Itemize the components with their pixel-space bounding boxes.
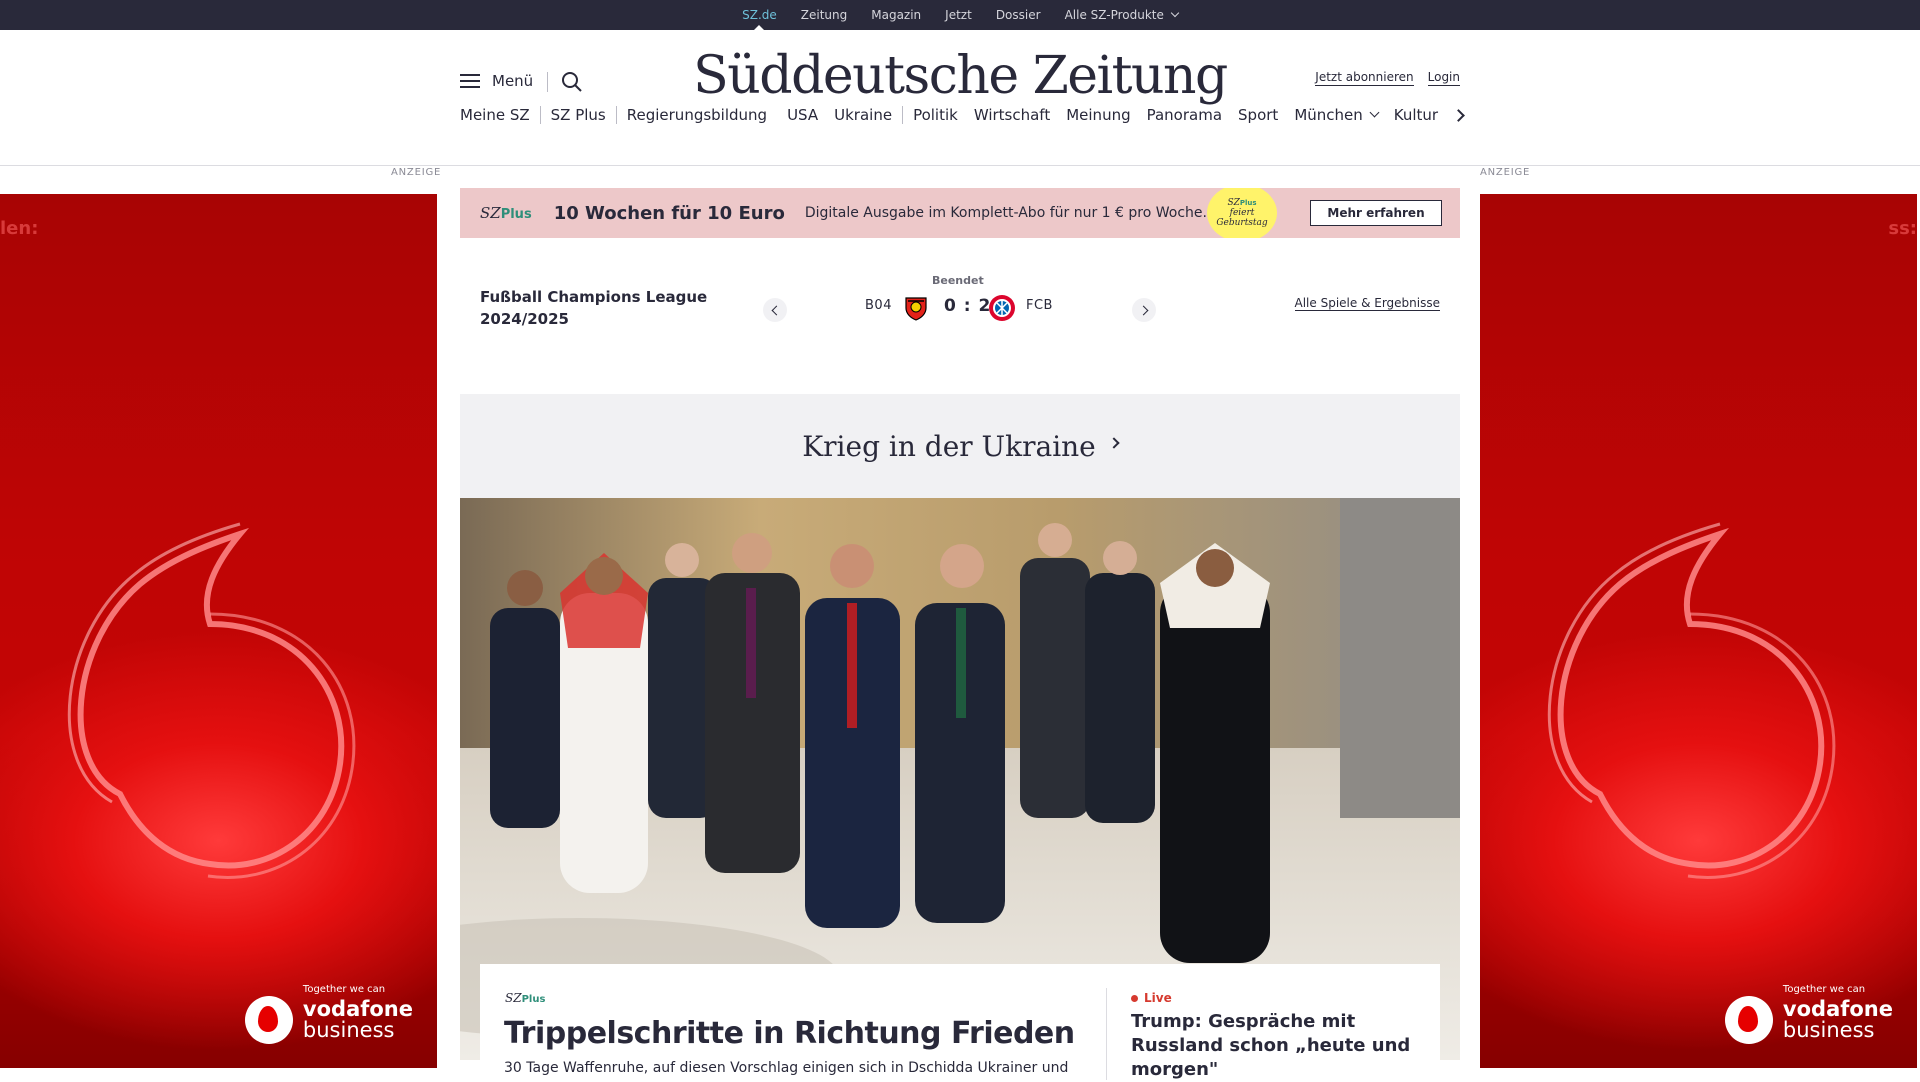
league-name-line1: Fußball Champions League	[480, 288, 708, 306]
badge-brand: SZPlus	[1227, 198, 1256, 208]
chevron-down-icon	[1369, 107, 1380, 117]
nav-item-kultur[interactable]: Kultur	[1394, 106, 1438, 124]
nav-scroll-right-icon[interactable]	[1450, 103, 1470, 127]
login-link[interactable]: Login	[1427, 70, 1460, 86]
ad-text: len:	[0, 218, 39, 239]
mehr-erfahren-button[interactable]: Mehr erfahren	[1310, 200, 1442, 226]
site-header: Menü Süddeutsche Zeitung Jetzt abonniere…	[0, 30, 1920, 166]
topbar-link-jetzt[interactable]: Jetzt	[945, 0, 972, 30]
league-season: 2024/2025	[480, 310, 569, 328]
vodafone-icon	[1724, 996, 1773, 1044]
nav-item-muenchen-label: München	[1294, 106, 1363, 124]
next-game-button[interactable]	[1132, 298, 1156, 322]
lead-teaser: 30 Tage Waffenruhe, auf diesen Vorschlag…	[504, 1060, 1069, 1076]
vodafone-business-logo: Together we can vodafone business	[1724, 984, 1893, 1044]
menu-button[interactable]: Menü	[460, 72, 533, 90]
top-service-bar: SZ.de Zeitung Magazin Jetzt Dossier Alle…	[0, 0, 1920, 30]
ad-text: ss:	[1888, 218, 1917, 239]
promo-headline: 10 Wochen für 10 Euro	[553, 202, 785, 224]
topbar-link-dossier[interactable]: Dossier	[996, 0, 1041, 30]
ad-brand-line2: business	[302, 1018, 395, 1042]
topbar-link-sz-de[interactable]: SZ.de	[742, 0, 777, 30]
site-logo[interactable]: Süddeutsche Zeitung	[640, 46, 1280, 106]
nav-item-regierungsbildung[interactable]: Regierungsbildung	[615, 106, 777, 124]
vodafone-business-logo: Together we can vodafone business	[244, 984, 413, 1044]
side-ad-right[interactable]: ss: Together we can vodafone business	[1480, 194, 1917, 1068]
live-headline[interactable]: Trump: Gespräche mit Russland schon „heu…	[1131, 1010, 1411, 1082]
lead-headline[interactable]: Trippelschritte in Richtung Frieden	[504, 1016, 1075, 1051]
search-icon[interactable]	[560, 70, 584, 94]
section-title: Krieg in der Ukraine	[802, 429, 1096, 463]
ad-slogan: Together we can	[302, 984, 386, 995]
lead-article-card[interactable]: SZPlus Trippelschritte in Richtung Fried…	[480, 964, 1440, 1080]
sz-plus-label-brand: SZ	[505, 991, 522, 1005]
vodafone-speechmark-graphic	[67, 522, 356, 879]
badge-line2: Geburtstag	[1216, 218, 1268, 228]
badge-brand-sz: SZ	[1227, 198, 1240, 208]
live-badge: Live	[1131, 991, 1172, 1005]
nav-item-usa[interactable]: USA	[787, 106, 818, 124]
league-name: Fußball Champions League 2024/2025	[480, 286, 707, 330]
match-result: 0 : 2	[944, 296, 992, 316]
birthday-badge: SZPlus feiert Geburtstag	[1207, 188, 1277, 238]
chevron-down-icon	[1170, 8, 1180, 18]
ad-brand-line2: business	[1782, 1018, 1875, 1042]
ad-label-right: ANZEIGE	[1480, 167, 1531, 178]
sz-plus-logo-plus: Plus	[500, 207, 532, 222]
account-links: Jetzt abonnieren Login	[1315, 70, 1460, 86]
nav-item-muenchen[interactable]: München	[1294, 106, 1380, 124]
match-status: Beendet	[932, 274, 984, 287]
hamburger-icon	[460, 73, 480, 89]
topbar-link-zeitung[interactable]: Zeitung	[801, 0, 847, 30]
nav-item-sport[interactable]: Sport	[1238, 106, 1278, 124]
side-ad-left[interactable]: len: Together we can vodafone business	[0, 194, 437, 1068]
sz-plus-promo-banner[interactable]: SZPlus 10 Wochen für 10 Euro Digitale Au…	[460, 188, 1460, 238]
sz-plus-label: SZPlus	[505, 991, 545, 1005]
score-widget: Fußball Champions League 2024/2025 Beend…	[460, 268, 1460, 338]
nav-item-panorama[interactable]: Panorama	[1147, 106, 1222, 124]
all-games-link[interactable]: Alle Spiele & Ergebnisse	[1294, 296, 1440, 311]
previous-game-button[interactable]	[763, 298, 787, 322]
vodafone-speechmark-graphic	[1547, 522, 1836, 879]
chevron-right-icon	[1108, 437, 1120, 449]
sz-plus-label-plus: Plus	[521, 994, 546, 1005]
bayern-crest-icon	[989, 295, 1015, 321]
topbar-link-alle-produkte[interactable]: Alle SZ-Produkte	[1064, 0, 1180, 30]
promo-subtext: Digitale Ausgabe im Komplett-Abo für nur…	[804, 205, 1207, 221]
nav-item-ukraine[interactable]: Ukraine	[834, 106, 892, 124]
subscribe-link[interactable]: Jetzt abonnieren	[1315, 70, 1414, 86]
nav-item-meine-sz[interactable]: Meine SZ	[460, 106, 541, 124]
ad-brand-line1: vodafone	[302, 997, 413, 1021]
ad-label-left: ANZEIGE	[391, 167, 442, 178]
badge-brand-plus: Plus	[1239, 199, 1257, 207]
ad-slogan: Together we can	[1782, 984, 1866, 995]
badge-line1: feiert	[1229, 208, 1255, 218]
topbar-link-alle-produkte-label: Alle SZ-Produkte	[1064, 8, 1164, 22]
away-team: FCB	[1026, 298, 1053, 313]
nav-item-wirtschaft[interactable]: Wirtschaft	[974, 106, 1050, 124]
section-header[interactable]: Krieg in der Ukraine	[460, 394, 1460, 498]
menu-label: Menü	[492, 72, 534, 90]
divider	[547, 72, 548, 92]
leverkusen-crest-icon	[905, 297, 927, 321]
topbar-link-magazin[interactable]: Magazin	[871, 0, 921, 30]
vodafone-icon	[244, 996, 293, 1044]
divider	[1106, 988, 1107, 1080]
sz-plus-logo: SZPlus	[480, 204, 532, 222]
ad-brand-line1: vodafone	[1782, 997, 1893, 1021]
nav-item-sz-plus[interactable]: SZ Plus	[551, 106, 606, 124]
nav-item-politik[interactable]: Politik	[902, 106, 958, 124]
home-team: B04	[865, 298, 892, 313]
nav-item-meinung[interactable]: Meinung	[1066, 106, 1130, 124]
sz-plus-logo-brand: SZ	[480, 204, 501, 222]
main-navigation: Meine SZ SZ Plus Regierungsbildung USA U…	[460, 100, 1454, 130]
